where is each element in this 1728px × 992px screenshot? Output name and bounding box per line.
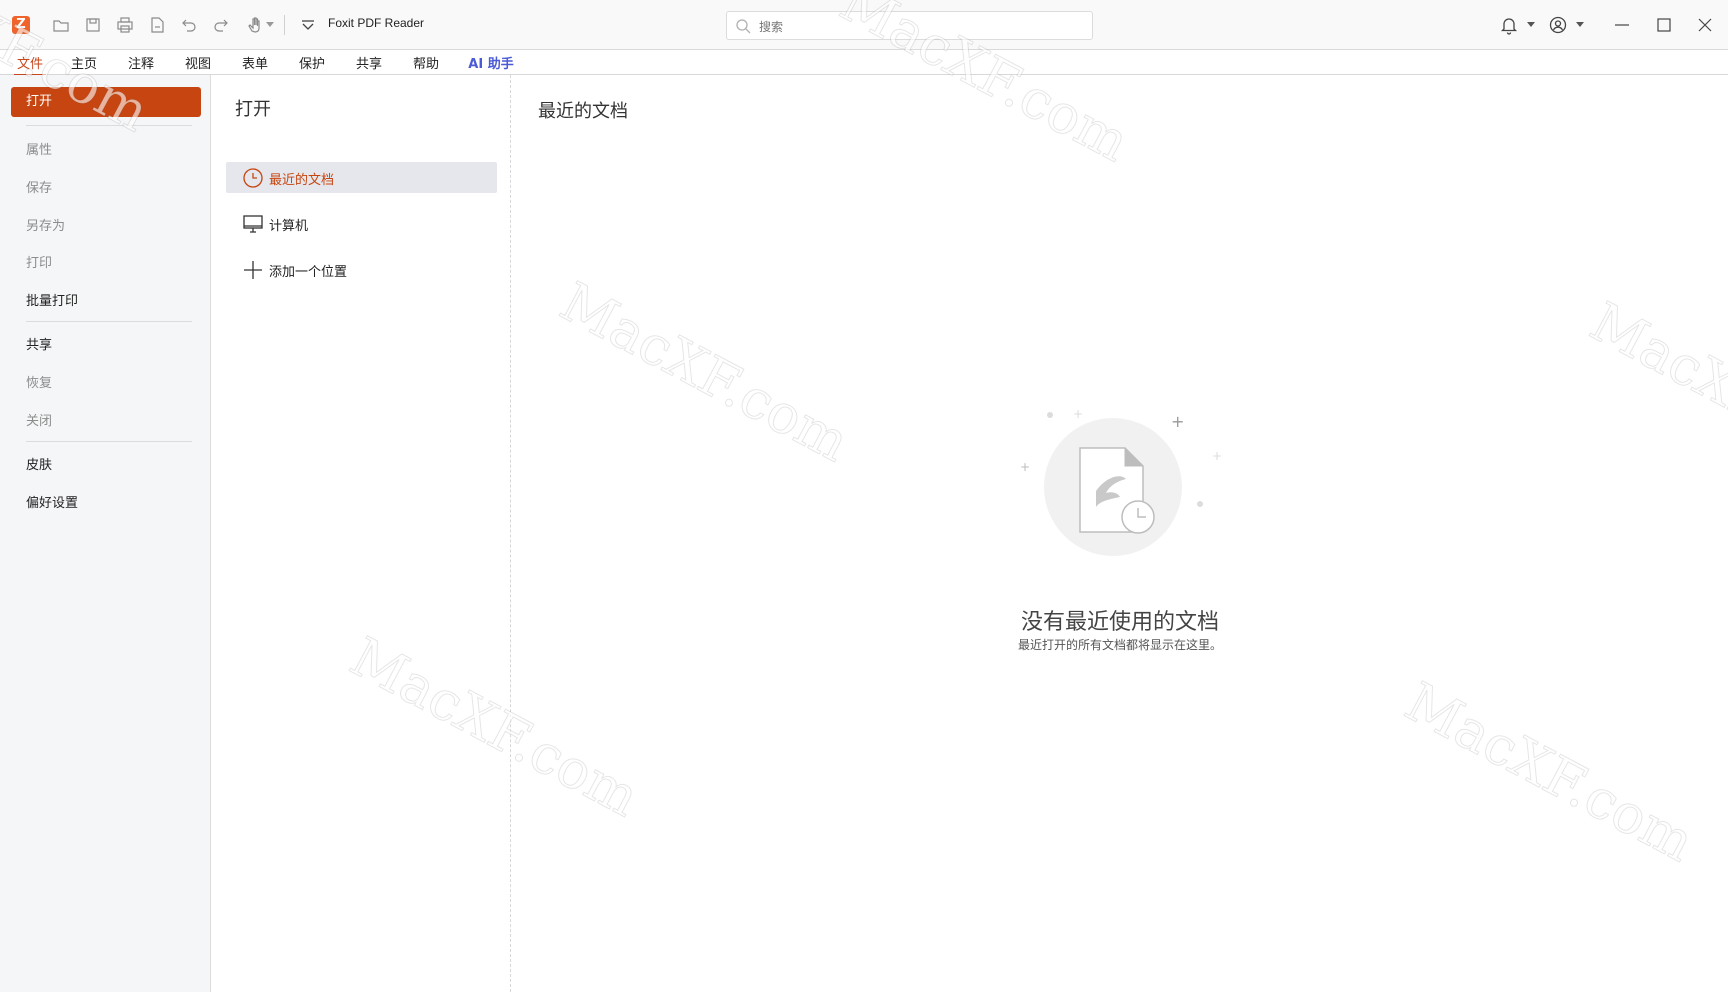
location-add-place[interactable]: 添加一个位置 (226, 254, 497, 285)
hand-tool-dropdown-icon[interactable] (266, 22, 274, 27)
empty-state-subtitle: 最近打开的所有文档都将显示在这里。 (1017, 638, 1222, 652)
clock-icon (242, 167, 264, 189)
account-icon[interactable] (1547, 14, 1569, 36)
search-box[interactable] (726, 11, 1093, 40)
nav-close[interactable]: 关闭 (26, 410, 52, 429)
customize-toolbar-icon[interactable] (298, 16, 318, 34)
search-input[interactable] (757, 15, 1081, 38)
nav-divider (26, 321, 192, 322)
tab-ai-assistant[interactable]: AI 助手 (468, 53, 514, 73)
empty-state-title: 没有最近使用的文档 (1020, 610, 1219, 635)
nav-open-button[interactable]: 打开 (11, 87, 201, 117)
app-title: Foxit PDF Reader (328, 16, 425, 30)
minimize-icon[interactable] (1611, 14, 1633, 36)
toolbar-separator (284, 15, 285, 35)
account-dropdown-icon[interactable] (1576, 22, 1584, 27)
monitor-icon (242, 213, 264, 235)
nav-properties[interactable]: 属性 (26, 139, 52, 158)
notification-bell-icon[interactable] (1498, 14, 1520, 36)
plus-icon (242, 259, 264, 281)
location-computer[interactable]: 计算机 (226, 208, 497, 239)
redo-icon[interactable] (210, 14, 232, 36)
tab-file[interactable]: 文件 (14, 53, 46, 76)
location-label: 添加一个位置 (269, 265, 348, 280)
location-label: 最近的文档 (269, 173, 335, 188)
maximize-icon[interactable] (1653, 14, 1675, 36)
foxit-logo-icon[interactable]: Z (12, 16, 30, 34)
nav-divider (26, 441, 192, 442)
svg-text:+: + (1171, 412, 1184, 431)
close-icon[interactable] (1694, 14, 1716, 36)
open-pane-title: 打开 (235, 99, 271, 120)
nav-divider (26, 125, 192, 126)
tab-protect[interactable]: 保护 (297, 53, 327, 73)
tab-comment[interactable]: 注释 (126, 53, 156, 73)
file-backstage-nav: 打开 属性 保存 另存为 打印 批量打印 共享 恢复 关闭 皮肤 偏好设置 (0, 75, 211, 992)
nav-preferences[interactable]: 偏好设置 (26, 492, 78, 511)
new-document-icon[interactable] (146, 14, 168, 36)
open-locations-pane: 打开 最近的文档 计算机 添加一个位置 (211, 75, 511, 992)
location-recent-documents[interactable]: 最近的文档 (226, 162, 497, 193)
svg-text:+: + (1020, 460, 1030, 474)
tab-help[interactable]: 帮助 (411, 53, 441, 73)
svg-text:+: + (1212, 449, 1222, 463)
nav-save-as[interactable]: 另存为 (26, 215, 65, 234)
search-icon (735, 18, 751, 34)
notification-dropdown-icon[interactable] (1527, 22, 1535, 27)
svg-text:+: + (1073, 407, 1083, 421)
title-bar: Z Foxit PDF Reader (0, 0, 1728, 50)
open-icon[interactable] (50, 14, 72, 36)
print-icon[interactable] (114, 14, 136, 36)
nav-recover[interactable]: 恢复 (26, 372, 52, 391)
recent-documents-title: 最近的文档 (538, 101, 628, 122)
location-label: 计算机 (269, 219, 309, 234)
nav-print[interactable]: 打印 (26, 252, 52, 271)
empty-document-illustration: + + + + (1010, 405, 1230, 565)
nav-skins[interactable]: 皮肤 (26, 454, 52, 473)
tab-form[interactable]: 表单 (240, 53, 270, 73)
ribbon-tabs: 文件 主页 注释 视图 表单 保护 共享 帮助 AI 助手 (0, 50, 1728, 76)
undo-icon[interactable] (178, 14, 200, 36)
tab-share[interactable]: 共享 (354, 53, 384, 73)
nav-share[interactable]: 共享 (26, 334, 52, 353)
nav-save[interactable]: 保存 (26, 177, 52, 196)
nav-batch-print[interactable]: 批量打印 (26, 290, 78, 309)
save-icon[interactable] (82, 14, 104, 36)
hand-tool-icon[interactable] (244, 14, 266, 36)
tab-view[interactable]: 视图 (183, 53, 213, 73)
tab-home[interactable]: 主页 (69, 53, 99, 73)
